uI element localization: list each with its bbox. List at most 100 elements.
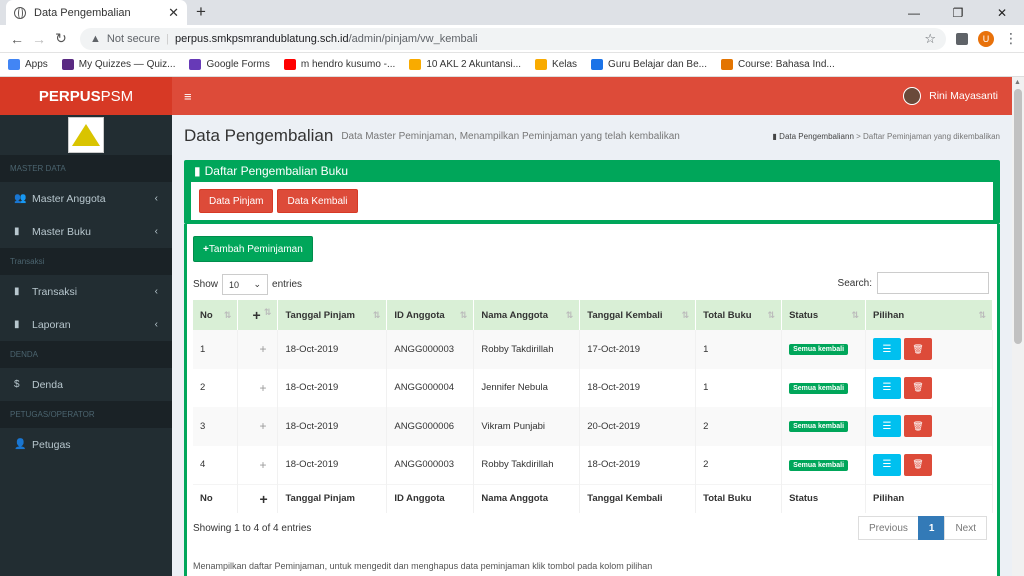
breadcrumb-separator: > <box>856 132 861 141</box>
sidebar-item-transaksi[interactable]: ▮ Transaksi ‹ <box>0 275 172 308</box>
breadcrumb-item-1[interactable]: Data Pengembaliann <box>779 132 854 141</box>
sort-icon: ⇅ <box>565 309 574 320</box>
column-header[interactable]: Tanggal Kembali ⇅ <box>579 300 697 330</box>
sidebar-item-label: Petugas <box>32 438 71 451</box>
brand-logo[interactable]: PERPUS PSM <box>0 77 172 115</box>
bookmark-item[interactable]: Google Forms <box>189 59 270 70</box>
status-badge: Semua kembali <box>789 382 849 394</box>
box-title-text: Daftar Pengembalian Buku <box>204 164 349 178</box>
chevron-left-icon: ‹ <box>154 286 158 297</box>
page-1-button[interactable]: 1 <box>917 516 946 540</box>
extensions-icon[interactable] <box>956 32 968 45</box>
cell-value: 18-Oct-2019 <box>285 420 339 432</box>
sidebar-item-master-anggota[interactable]: 👥 Master Anggota ‹ <box>0 182 172 215</box>
table-cell: 17-Oct-2019 <box>579 330 697 369</box>
profile-avatar[interactable]: U <box>978 30 994 47</box>
expand-row-icon[interactable]: + <box>237 330 279 369</box>
sidebar-item-master-buku[interactable]: ▮ Master Buku ‹ <box>0 215 172 248</box>
table-cell: 18-Oct-2019 <box>277 407 388 446</box>
sidebar-item-label: Transaksi <box>32 285 78 298</box>
delete-trash-button[interactable]: 🗑 <box>904 338 933 361</box>
bookmark-item[interactable]: 10 AKL 2 Akuntansi... <box>409 59 521 70</box>
bookmark-item[interactable]: Guru Belajar dan Be... <box>591 59 707 70</box>
menu-kebab-icon[interactable]: ⋮ <box>1004 30 1018 47</box>
new-tab-icon[interactable]: + <box>196 2 206 22</box>
delete-trash-button[interactable]: 🗑 <box>904 453 933 476</box>
table-cell: 18-Oct-2019 <box>579 368 697 407</box>
search-input[interactable] <box>877 272 989 294</box>
bookmark-label: Course: Bahasa Ind... <box>738 59 835 70</box>
url-host: perpus.smkpsmrandublatung.sch.id <box>174 32 349 45</box>
chevron-left-icon: ‹ <box>154 319 158 330</box>
column-header[interactable]: Nama Anggota ⇅ <box>473 300 581 330</box>
bookmark-item[interactable]: Apps <box>8 59 48 70</box>
entries-select[interactable]: 10 ⌄ <box>222 274 269 295</box>
cell-value: 4 <box>200 459 206 470</box>
minimize-icon[interactable]: — <box>892 0 936 25</box>
column-header[interactable]: Total Buku ⇅ <box>695 300 783 330</box>
delete-trash-button[interactable]: 🗑 <box>904 376 933 399</box>
expand-row-icon[interactable]: + <box>237 445 279 484</box>
app: PERPUS PSM ≡ Rini Mayasanti MASTER DATA 👥… <box>0 77 1012 576</box>
column-header[interactable]: No ⇅ <box>193 300 239 330</box>
back-icon[interactable]: ← <box>6 31 28 47</box>
browser-tab[interactable]: Data Pengembalian ✕ <box>6 0 187 25</box>
chevron-left-icon: ‹ <box>154 193 158 204</box>
column-footer: Status <box>781 483 867 513</box>
detail-list-button[interactable]: ☰ <box>873 338 902 361</box>
bookmark-star-icon[interactable]: ☆ <box>924 31 936 47</box>
bookmark-favicon-icon <box>721 59 733 70</box>
column-header-label: Tanggal Pinjam <box>285 309 355 321</box>
bookmark-item[interactable]: m hendro kusumo -... <box>283 59 395 70</box>
reload-icon[interactable]: ↻ <box>50 30 72 47</box>
column-header[interactable]: Pilihan ⇅ <box>865 300 993 330</box>
scroll-up-icon[interactable]: ▲ <box>1014 79 1021 86</box>
scrollbar-thumb[interactable] <box>1014 89 1022 344</box>
restore-icon[interactable]: ❐ <box>936 0 980 25</box>
close-tab-icon[interactable]: ✕ <box>168 5 179 21</box>
forward-icon[interactable]: → <box>28 31 50 47</box>
cell-value: 18-Oct-2019 <box>285 343 339 355</box>
table-cell: ANGG000003 <box>386 330 475 369</box>
column-header[interactable]: + ⇅ <box>237 300 279 330</box>
sidebar-item-petugas[interactable]: 👤 Petugas <box>0 428 172 461</box>
detail-list-button[interactable]: ☰ <box>873 453 902 476</box>
bookmark-favicon-icon <box>189 59 202 70</box>
data-pinjam-button[interactable]: Data Pinjam <box>199 189 274 213</box>
detail-list-button[interactable]: ☰ <box>873 376 902 399</box>
column-header[interactable]: Status ⇅ <box>781 300 867 330</box>
bookmark-item[interactable]: Course: Bahasa Ind... <box>721 59 835 70</box>
column-footer-label: Status <box>789 493 819 505</box>
cell-value: 20-Oct-2019 <box>587 420 641 432</box>
previous-button[interactable]: Previous <box>857 516 919 540</box>
chevron-left-icon: ‹ <box>154 226 158 237</box>
hamburger-icon[interactable]: ≡ <box>184 89 192 104</box>
expand-row-icon[interactable]: + <box>237 368 279 407</box>
bookmark-item[interactable]: Kelas <box>535 59 577 70</box>
sidebar-item-denda[interactable]: $ Denda <box>0 368 172 401</box>
column-header[interactable]: ID Anggota ⇅ <box>386 300 475 330</box>
next-button[interactable]: Next <box>944 516 987 540</box>
sidebar-item-laporan[interactable]: ▮ Laporan ‹ <box>0 308 172 341</box>
column-header[interactable]: Tanggal Pinjam ⇅ <box>277 300 388 330</box>
url-field[interactable]: ▲ Not secure | perpus.smkpsmrandublatung… <box>80 27 946 50</box>
user-menu[interactable]: Rini Mayasanti <box>903 77 998 115</box>
sort-icon: ⇅ <box>978 309 986 320</box>
table-cell: 20-Oct-2019 <box>579 407 697 446</box>
expand-row-icon[interactable]: + <box>237 407 279 446</box>
page-scrollbar[interactable]: ▲ <box>1012 77 1024 576</box>
sidebar: MASTER DATA 👥 Master Anggota ‹ ▮ Master Buku ‹… <box>0 115 172 576</box>
delete-trash-button[interactable]: 🗑 <box>904 415 933 438</box>
cell-value: 18-Oct-2019 <box>587 382 641 394</box>
data-kembali-button[interactable]: Data Kembali <box>277 189 358 213</box>
status-badge: Semua kembali <box>789 344 849 356</box>
pagination: Previous 1 Next <box>857 516 987 540</box>
close-window-icon[interactable]: ✕ <box>980 0 1024 25</box>
tambah-peminjaman-button[interactable]: + Tambah Peminjaman <box>193 236 313 262</box>
sidebar-item-label: Master Buku <box>32 225 91 238</box>
sidebar-item-label: Laporan <box>32 318 71 331</box>
entries-label: entries <box>272 279 303 290</box>
bookmark-item[interactable]: My Quizzes — Quiz... <box>61 59 175 70</box>
table-cell: ANGG000006 <box>386 407 475 446</box>
detail-list-button[interactable]: ☰ <box>873 415 902 438</box>
